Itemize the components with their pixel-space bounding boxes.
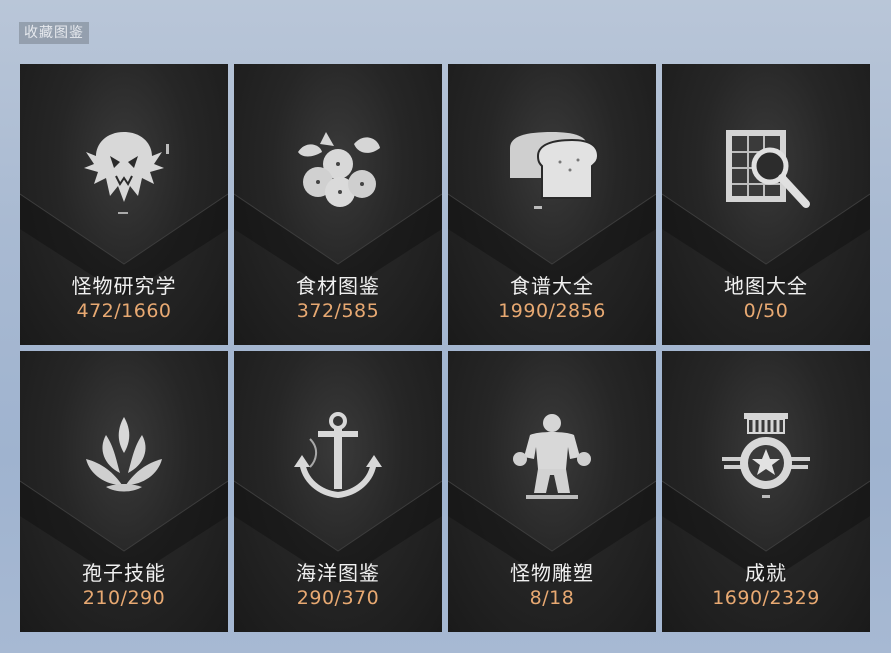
card-name: 成就: [745, 561, 787, 585]
monster-skull-icon: [84, 132, 169, 214]
card-maps[interactable]: 地图大全 0/50: [662, 64, 870, 345]
bread-icon: [510, 132, 600, 209]
card-name: 海洋图鉴: [296, 561, 380, 585]
berries-icon: [298, 132, 380, 207]
card-name: 食材图鉴: [296, 274, 380, 298]
card-count: 372/585: [296, 300, 380, 322]
card-ocean[interactable]: 海洋图鉴 290/370: [234, 351, 442, 632]
collection-grid: 怪物研究学 472/1660 食材图鉴 372/585 食谱大全 1990/28…: [20, 64, 872, 634]
card-count: 1990/2856: [498, 300, 606, 322]
card-count: 8/18: [529, 587, 575, 609]
card-spore-skills[interactable]: 孢子技能 210/290: [20, 351, 228, 632]
card-name: 食谱大全: [510, 274, 594, 298]
card-recipes[interactable]: 食谱大全 1990/2856: [448, 64, 656, 345]
card-count: 210/290: [82, 587, 166, 609]
card-name: 怪物雕塑: [510, 561, 594, 585]
card-monster-statues[interactable]: 怪物雕塑 8/18: [448, 351, 656, 632]
card-name: 怪物研究学: [71, 274, 177, 298]
medal-star-icon: [722, 413, 810, 498]
card-monster-research[interactable]: 怪物研究学 472/1660: [20, 64, 228, 345]
card-count: 0/50: [743, 300, 789, 322]
card-achievements[interactable]: 成就 1690/2329: [662, 351, 870, 632]
spore-flame-icon: [86, 417, 162, 492]
card-count: 472/1660: [76, 300, 172, 322]
card-name: 孢子技能: [82, 561, 166, 585]
anchor-icon: [294, 412, 382, 499]
card-count: 290/370: [296, 587, 380, 609]
card-name: 地图大全: [724, 274, 808, 298]
page-title: 收藏图鉴: [19, 22, 89, 44]
map-magnifier-icon: [726, 130, 810, 208]
card-count: 1690/2329: [712, 587, 820, 609]
card-ingredients[interactable]: 食材图鉴 372/585: [234, 64, 442, 345]
monster-statue-icon: [513, 414, 591, 499]
